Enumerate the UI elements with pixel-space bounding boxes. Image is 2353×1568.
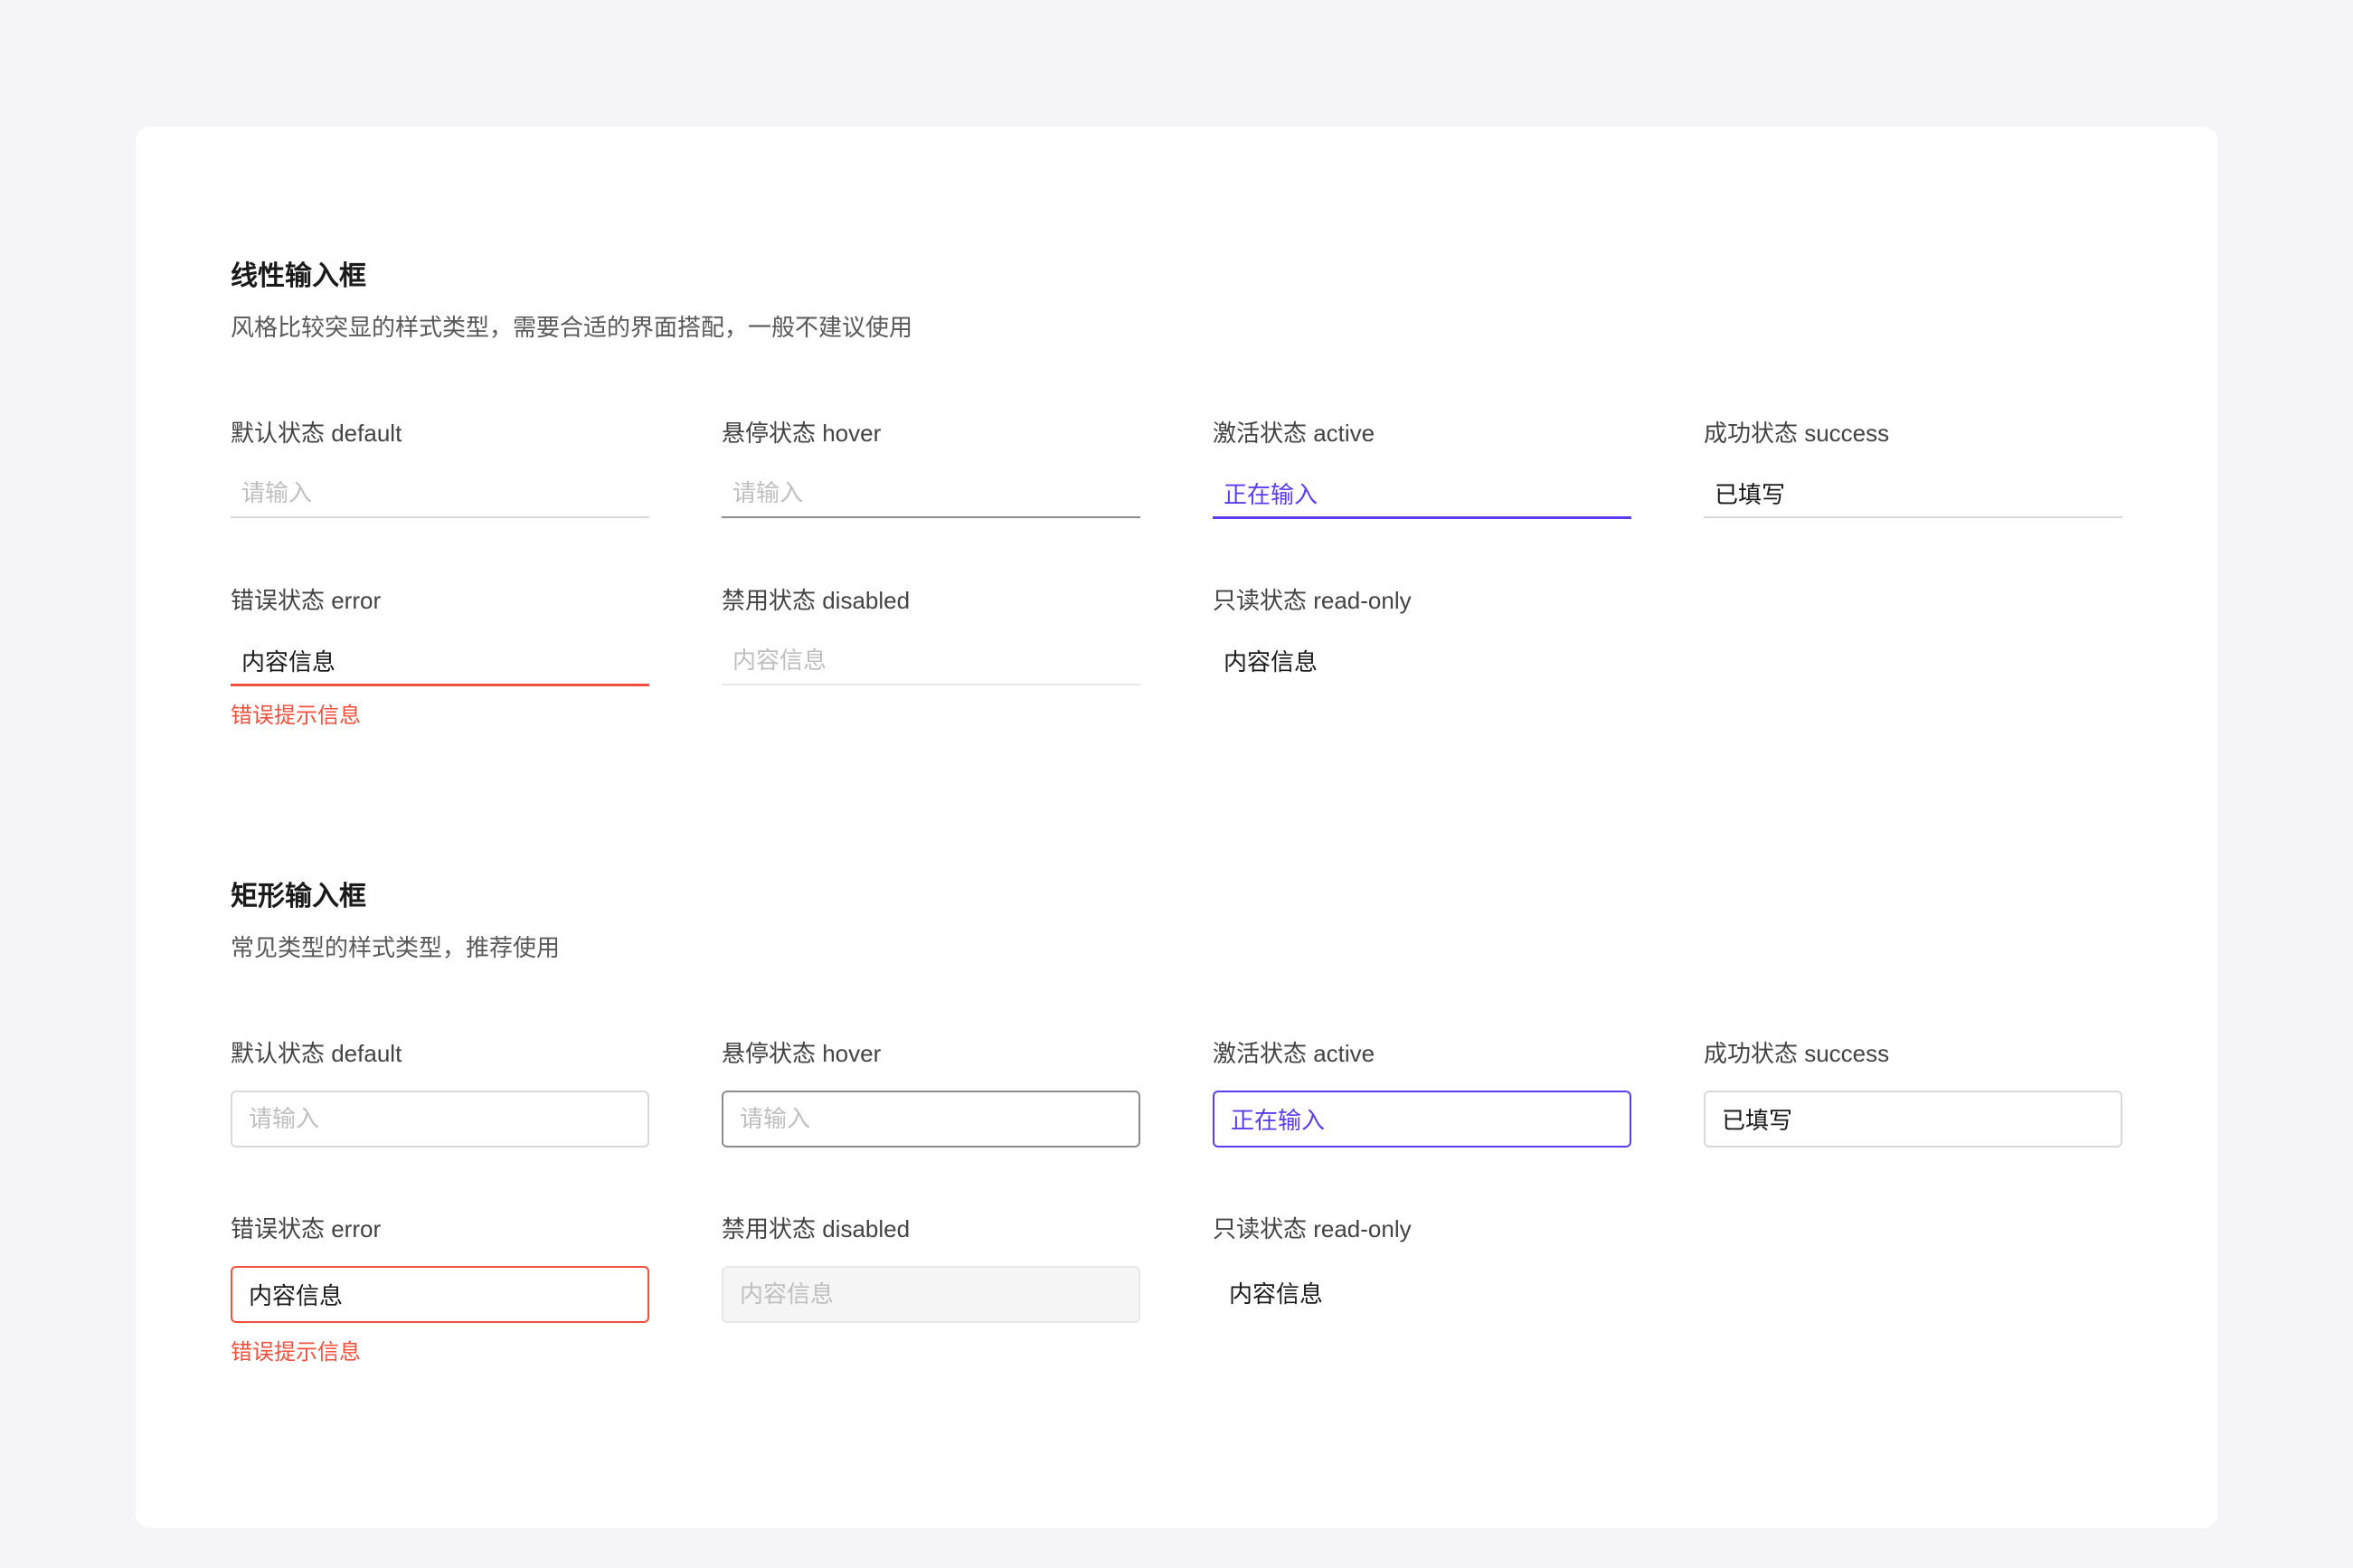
- input-box-success[interactable]: [1704, 1091, 2122, 1148]
- field-linear-readonly: 只读状态 read-only: [1213, 582, 1631, 729]
- field-box-error: 错误状态 error 错误提示信息: [231, 1211, 649, 1365]
- label-box-success: 成功状态 success: [1704, 1035, 2122, 1069]
- label-linear-default: 默认状态 default: [231, 415, 649, 449]
- field-box-active: 激活状态 active: [1213, 1035, 1631, 1148]
- input-box-default[interactable]: [231, 1091, 649, 1148]
- label-linear-success: 成功状态 success: [1704, 415, 2122, 449]
- field-box-hover: 悬停状态 hover: [722, 1035, 1140, 1148]
- field-linear-active: 激活状态 active: [1213, 415, 1631, 519]
- field-box-readonly: 只读状态 read-only: [1213, 1211, 1631, 1365]
- input-linear-error[interactable]: [231, 638, 649, 686]
- section-linear: 线性输入框 风格比较突显的样式类型，需要合适的界面搭配，一般不建议使用 默认状态…: [231, 253, 2122, 729]
- field-box-disabled: 禁用状态 disabled: [722, 1211, 1140, 1365]
- label-linear-error: 错误状态 error: [231, 582, 649, 616]
- label-box-error: 错误状态 error: [231, 1211, 649, 1244]
- field-linear-disabled: 禁用状态 disabled: [722, 582, 1140, 729]
- section-box: 矩形输入框 常见类型的样式类型，推荐使用 默认状态 default 悬停状态 h…: [231, 874, 2122, 1365]
- input-box-readonly: [1213, 1266, 1631, 1319]
- input-linear-disabled: [722, 638, 1140, 685]
- input-box-hover[interactable]: [722, 1091, 1140, 1148]
- card-container: 线性输入框 风格比较突显的样式类型，需要合适的界面搭配，一般不建议使用 默认状态…: [136, 127, 2217, 1528]
- input-box-active[interactable]: [1213, 1091, 1631, 1148]
- field-linear-success: 成功状态 success: [1704, 415, 2122, 519]
- empty-cell: [1704, 582, 2122, 729]
- label-box-active: 激活状态 active: [1213, 1035, 1631, 1069]
- section-box-desc: 常见类型的样式类型，推荐使用: [231, 930, 2122, 963]
- error-msg-linear: 错误提示信息: [231, 697, 649, 729]
- label-box-disabled: 禁用状态 disabled: [722, 1211, 1140, 1244]
- input-linear-default[interactable]: [231, 470, 649, 518]
- field-linear-hover: 悬停状态 hover: [722, 415, 1140, 519]
- section-linear-desc: 风格比较突显的样式类型，需要合适的界面搭配，一般不建议使用: [231, 309, 2122, 343]
- input-linear-success[interactable]: [1704, 470, 2122, 518]
- field-linear-default: 默认状态 default: [231, 415, 649, 519]
- label-linear-readonly: 只读状态 read-only: [1213, 582, 1631, 616]
- field-box-success: 成功状态 success: [1704, 1035, 2122, 1148]
- input-box-disabled: [722, 1266, 1140, 1323]
- field-box-default: 默认状态 default: [231, 1035, 649, 1148]
- linear-grid: 默认状态 default 悬停状态 hover 激活状态 active 成功状态…: [231, 415, 2122, 729]
- section-linear-title: 线性输入框: [231, 253, 2122, 293]
- section-box-title: 矩形输入框: [231, 874, 2122, 913]
- label-box-readonly: 只读状态 read-only: [1213, 1211, 1631, 1244]
- input-linear-readonly: [1213, 638, 1631, 684]
- box-grid: 默认状态 default 悬停状态 hover 激活状态 active 成功状态…: [231, 1035, 2122, 1365]
- input-linear-hover[interactable]: [722, 470, 1140, 518]
- label-linear-hover: 悬停状态 hover: [722, 415, 1140, 449]
- error-msg-box: 错误提示信息: [231, 1334, 649, 1365]
- field-linear-error: 错误状态 error 错误提示信息: [231, 582, 649, 729]
- label-linear-active: 激活状态 active: [1213, 415, 1631, 449]
- label-box-default: 默认状态 default: [231, 1035, 649, 1069]
- label-box-hover: 悬停状态 hover: [722, 1035, 1140, 1069]
- label-linear-disabled: 禁用状态 disabled: [722, 582, 1140, 616]
- empty-cell-2: [1704, 1211, 2122, 1365]
- input-box-error[interactable]: [231, 1266, 649, 1323]
- input-linear-active[interactable]: [1213, 470, 1631, 519]
